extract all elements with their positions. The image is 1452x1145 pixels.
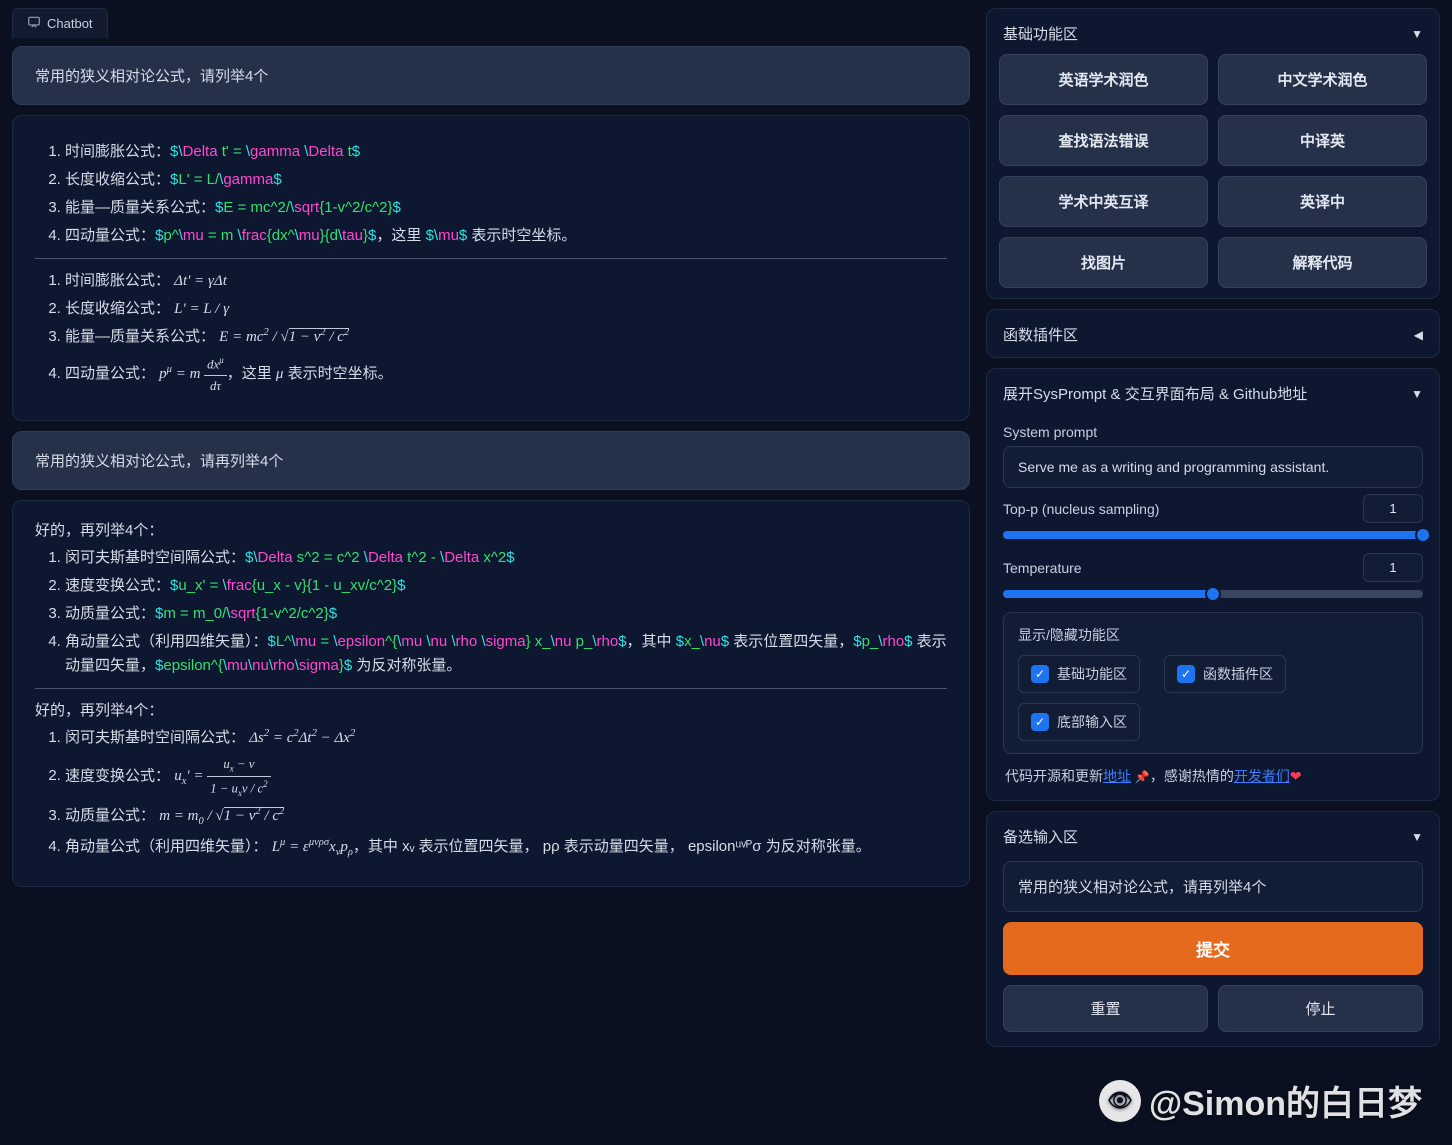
btn-en-to-cn[interactable]: 英译中 xyxy=(1218,176,1427,227)
btn-academic-cn-en[interactable]: 学术中英互译 xyxy=(999,176,1208,227)
assistant-message-2: 好的，再列举4个： 闵可夫斯基时空间隔公式：$\Delta s^2 = c^2 … xyxy=(12,500,970,886)
checkbox-icon: ✓ xyxy=(1031,665,1049,683)
alt-input-field[interactable]: 常用的狭义相对论公式，请再列举4个 xyxy=(1003,861,1423,912)
system-prompt-input[interactable]: Serve me as a writing and programming as… xyxy=(1003,446,1423,488)
btn-cn-to-en[interactable]: 中译英 xyxy=(1218,115,1427,166)
link-repo-address[interactable]: 地址 xyxy=(1103,768,1131,784)
user-message-1: 常用的狭义相对论公式，请列举4个 xyxy=(12,46,970,105)
panel-plugins: 函数插件区 ◀ xyxy=(986,309,1440,358)
btn-english-polishing[interactable]: 英语学术润色 xyxy=(999,54,1208,105)
panel-sysprompt: 展开SysPrompt & 交互界面布局 & Github地址 ▼ System… xyxy=(986,368,1440,801)
btn-find-image[interactable]: 找图片 xyxy=(999,237,1208,288)
topp-slider[interactable] xyxy=(1003,531,1423,539)
panel-alt-input-header[interactable]: 备选输入区 ▼ xyxy=(999,822,1427,857)
checkbox-icon: ✓ xyxy=(1177,665,1195,683)
reset-button[interactable]: 重置 xyxy=(1003,985,1208,1032)
pin-icon: 📌 xyxy=(1135,770,1150,784)
panel-plugins-header[interactable]: 函数插件区 ◀ xyxy=(999,320,1427,347)
chat-icon xyxy=(27,15,41,32)
panel-basic-header[interactable]: 基础功能区 ▼ xyxy=(999,19,1427,54)
system-prompt-label: System prompt xyxy=(1003,424,1423,440)
link-developers[interactable]: 开发者们 xyxy=(1234,768,1290,784)
panel-sysprompt-header[interactable]: 展开SysPrompt & 交互界面布局 & Github地址 ▼ xyxy=(999,379,1427,414)
btn-find-grammar[interactable]: 查找语法错误 xyxy=(999,115,1208,166)
chevron-down-icon: ▼ xyxy=(1411,27,1423,41)
show-hide-label: 显示/隐藏功能区 xyxy=(1018,625,1408,645)
chevron-left-icon: ◀ xyxy=(1414,328,1423,342)
temperature-slider[interactable] xyxy=(1003,590,1423,598)
btn-explain-code[interactable]: 解释代码 xyxy=(1218,237,1427,288)
check-basic-panel[interactable]: ✓ 基础功能区 xyxy=(1018,655,1140,693)
stop-button[interactable]: 停止 xyxy=(1218,985,1423,1032)
panel-basic-functions: 基础功能区 ▼ 英语学术润色 中文学术润色 查找语法错误 中译英 学术中英互译 … xyxy=(986,8,1440,299)
tab-label: Chatbot xyxy=(47,16,93,31)
user-message-2: 常用的狭义相对论公式，请再列举4个 xyxy=(12,431,970,490)
heart-icon: ❤ xyxy=(1290,768,1302,784)
temperature-label: Temperature xyxy=(1003,560,1082,576)
topp-value[interactable]: 1 xyxy=(1363,494,1423,523)
panel-alt-input: 备选输入区 ▼ 常用的狭义相对论公式，请再列举4个 提交 重置 停止 xyxy=(986,811,1440,1047)
assistant-message-1: 时间膨胀公式：$\Delta t' = \gamma \Delta t$ 长度收… xyxy=(12,115,970,421)
chevron-down-icon: ▼ xyxy=(1411,387,1423,401)
topp-label: Top-p (nucleus sampling) xyxy=(1003,501,1159,517)
chevron-down-icon: ▼ xyxy=(1411,830,1423,844)
tab-chatbot[interactable]: Chatbot xyxy=(12,8,108,38)
btn-chinese-polishing[interactable]: 中文学术润色 xyxy=(1218,54,1427,105)
checkbox-icon: ✓ xyxy=(1031,713,1049,731)
submit-button[interactable]: 提交 xyxy=(1003,922,1423,975)
temperature-value[interactable]: 1 xyxy=(1363,553,1423,582)
check-plugin-panel[interactable]: ✓ 函数插件区 xyxy=(1164,655,1286,693)
check-bottom-input[interactable]: ✓ 底部输入区 xyxy=(1018,703,1140,741)
